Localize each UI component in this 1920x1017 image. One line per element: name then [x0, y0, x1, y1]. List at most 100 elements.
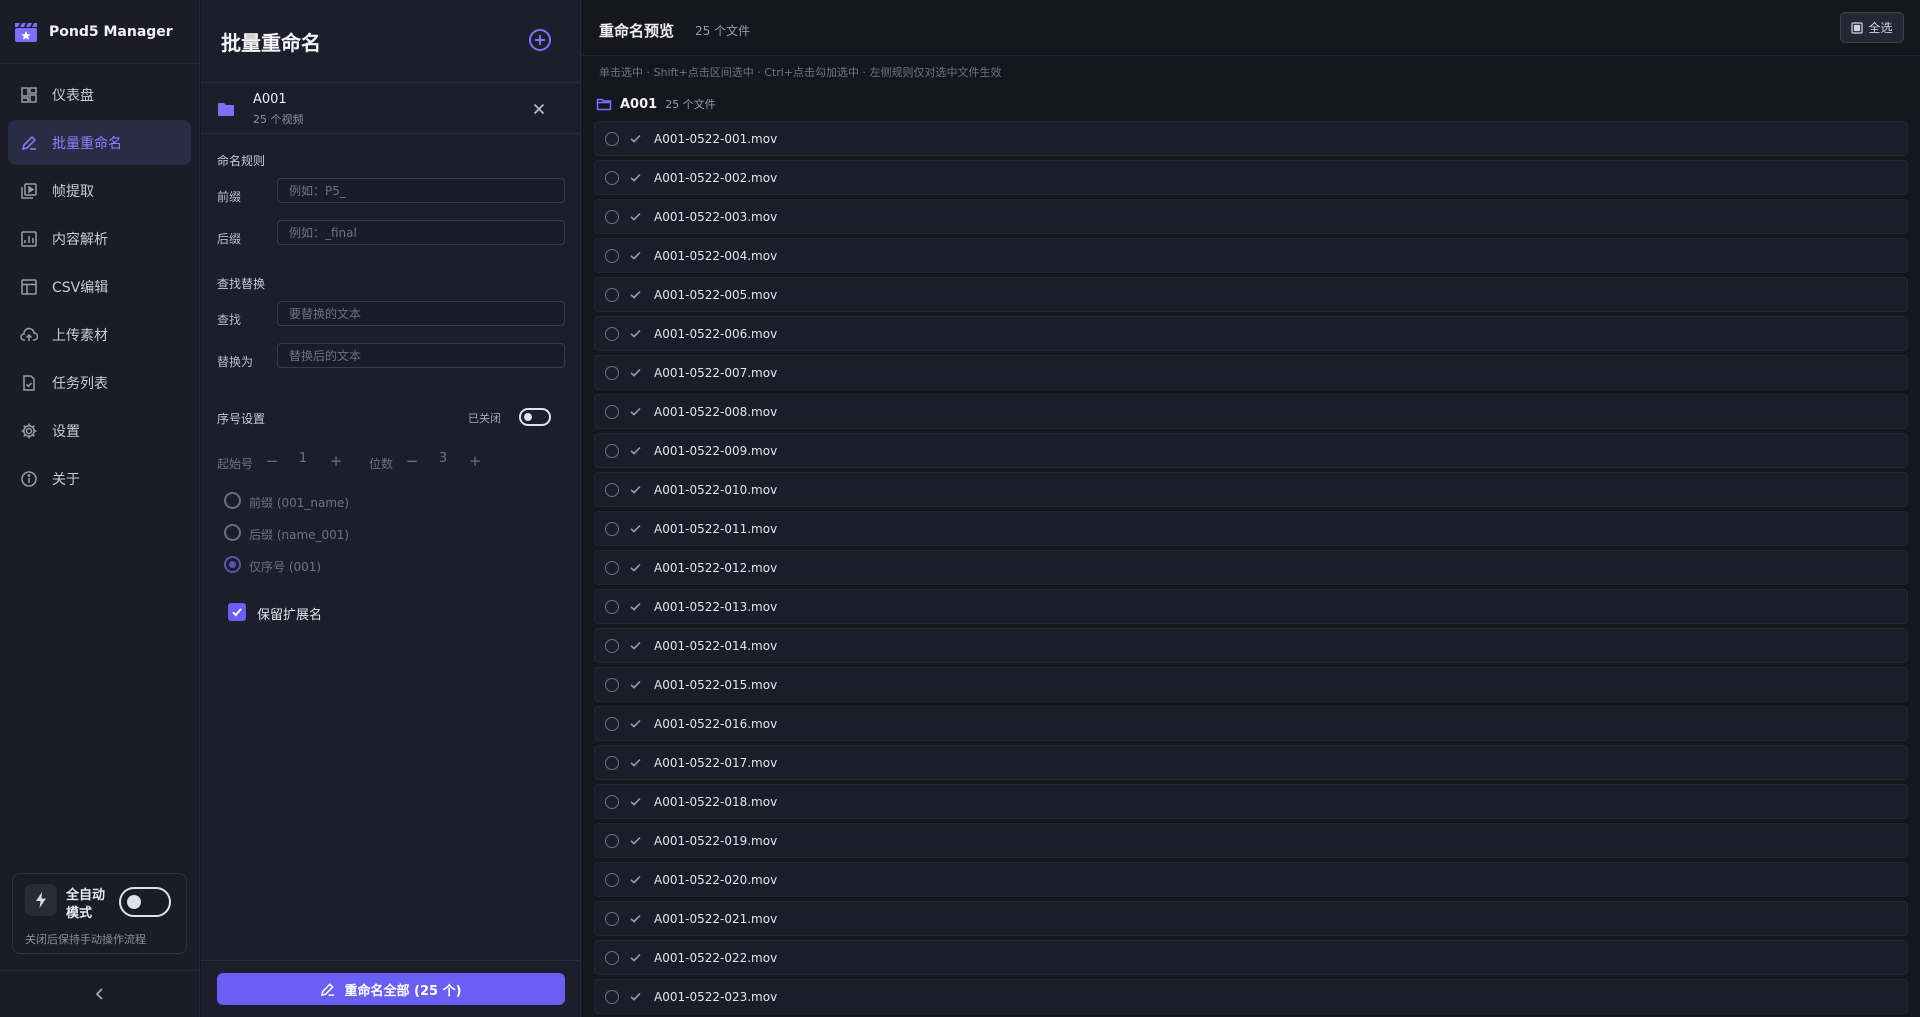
- sequence-option-prefix-radio[interactable]: [224, 492, 241, 509]
- file-row[interactable]: A001-0522-017.mov: [594, 745, 1908, 780]
- start-number-increment[interactable]: +: [328, 451, 344, 471]
- folder-group-header[interactable]: A001 25 个文件: [596, 95, 716, 113]
- suffix-input[interactable]: [277, 220, 565, 245]
- file-select-radio[interactable]: [605, 131, 619, 146]
- file-select-radio[interactable]: [605, 872, 619, 887]
- file-row[interactable]: A001-0522-009.mov: [594, 433, 1908, 468]
- file-row[interactable]: A001-0522-016.mov: [594, 706, 1908, 741]
- file-row[interactable]: A001-0522-006.mov: [594, 316, 1908, 351]
- file-row[interactable]: A001-0522-015.mov: [594, 667, 1908, 702]
- file-select-radio[interactable]: [605, 560, 619, 575]
- keep-extension-checkbox[interactable]: [228, 603, 246, 621]
- selection-hint: 单击选中 · Shift+点击区间选中 · Ctrl+点击勾加选中 · 左侧规则…: [599, 66, 1002, 79]
- checkmark-icon: [630, 446, 641, 455]
- sidebar-item-label: 批量重命名: [52, 135, 122, 152]
- file-row[interactable]: A001-0522-010.mov: [594, 472, 1908, 507]
- find-replace-heading: 查找替换: [217, 277, 266, 291]
- file-select-radio[interactable]: [605, 443, 619, 458]
- sidebar-item-settings[interactable]: 设置: [8, 408, 191, 453]
- file-row[interactable]: A001-0522-003.mov: [594, 199, 1908, 234]
- auto-mode-toggle[interactable]: [119, 887, 171, 917]
- file-row[interactable]: A001-0522-002.mov: [594, 160, 1908, 195]
- sidebar-item-frame-extract[interactable]: 帧提取: [8, 168, 191, 213]
- find-input[interactable]: [277, 301, 565, 326]
- file-row[interactable]: A001-0522-008.mov: [594, 394, 1908, 429]
- sidebar-item-upload[interactable]: 上传素材: [8, 312, 191, 357]
- file-row[interactable]: A001-0522-014.mov: [594, 628, 1908, 663]
- file-select-radio[interactable]: [605, 833, 619, 848]
- file-name: A001-0522-002.mov: [654, 170, 778, 185]
- file-select-radio[interactable]: [605, 599, 619, 614]
- file-select-radio[interactable]: [605, 521, 619, 536]
- file-name: A001-0522-003.mov: [654, 209, 778, 224]
- frames-icon: [21, 182, 37, 199]
- file-select-radio[interactable]: [605, 716, 619, 731]
- file-select-radio[interactable]: [605, 911, 619, 926]
- file-select-radio[interactable]: [605, 287, 619, 302]
- remove-folder-button[interactable]: [529, 99, 549, 119]
- brand: Pond5 Manager: [0, 0, 199, 64]
- sidebar-item-csv-edit[interactable]: CSV编辑: [8, 264, 191, 309]
- file-select-radio[interactable]: [605, 326, 619, 341]
- select-all-button[interactable]: 全选: [1840, 12, 1904, 43]
- sidebar-item-task-list[interactable]: 任务列表: [8, 360, 191, 405]
- digits-label: 位数: [369, 457, 394, 471]
- checkmark-icon: [630, 719, 641, 728]
- file-select-radio[interactable]: [605, 794, 619, 809]
- sequence-option-suffix-radio[interactable]: [224, 524, 241, 541]
- file-select-radio[interactable]: [605, 365, 619, 380]
- file-select-radio[interactable]: [605, 989, 619, 1004]
- file-name: A001-0522-006.mov: [654, 326, 778, 341]
- file-row[interactable]: A001-0522-011.mov: [594, 511, 1908, 546]
- start-number-value[interactable]: 1: [293, 451, 313, 466]
- file-row[interactable]: A001-0522-018.mov: [594, 784, 1908, 819]
- replace-input[interactable]: [277, 343, 565, 368]
- file-row[interactable]: A001-0522-021.mov: [594, 901, 1908, 936]
- add-folder-button[interactable]: [528, 28, 552, 52]
- page-title: 批量重命名: [221, 31, 321, 55]
- file-select-radio[interactable]: [605, 170, 619, 185]
- folder-icon: [218, 103, 234, 116]
- file-row[interactable]: A001-0522-005.mov: [594, 277, 1908, 312]
- rename-all-button[interactable]: 重命名全部 (25 个): [217, 973, 565, 1005]
- auto-mode-hint: 关闭后保持手动操作流程: [25, 933, 146, 946]
- file-select-radio[interactable]: [605, 638, 619, 653]
- file-select-radio[interactable]: [605, 755, 619, 770]
- digits-increment[interactable]: +: [467, 451, 483, 471]
- collapse-sidebar-button[interactable]: [0, 970, 200, 1017]
- sidebar-item-content-analysis[interactable]: 内容解析: [8, 216, 191, 261]
- digits-decrement[interactable]: −: [404, 451, 420, 471]
- preview-file-count: 25 个文件: [695, 24, 751, 38]
- file-row[interactable]: A001-0522-023.mov: [594, 979, 1908, 1014]
- sidebar-item-dashboard[interactable]: 仪表盘: [8, 72, 191, 117]
- file-row[interactable]: A001-0522-004.mov: [594, 238, 1908, 273]
- file-name: A001-0522-014.mov: [654, 638, 778, 653]
- sequence-heading: 序号设置: [217, 412, 266, 426]
- replace-label: 替换为: [217, 355, 254, 369]
- sequence-toggle[interactable]: [519, 408, 551, 426]
- file-select-radio[interactable]: [605, 209, 619, 224]
- start-number-decrement[interactable]: −: [264, 451, 280, 471]
- sidebar: Pond5 Manager 仪表盘 批量重命名 帧提取 内容解析 CSV编辑 上…: [0, 0, 200, 1017]
- file-row[interactable]: A001-0522-012.mov: [594, 550, 1908, 585]
- checkmark-icon: [630, 641, 641, 650]
- checkmark-icon: [630, 485, 641, 494]
- file-select-radio[interactable]: [605, 677, 619, 692]
- file-row[interactable]: A001-0522-013.mov: [594, 589, 1908, 624]
- prefix-input[interactable]: [277, 178, 565, 203]
- file-select-radio[interactable]: [605, 482, 619, 497]
- checkmark-icon: [630, 134, 641, 143]
- file-row[interactable]: A001-0522-001.mov: [594, 121, 1908, 156]
- cloud-upload-icon: [20, 327, 38, 341]
- file-row[interactable]: A001-0522-020.mov: [594, 862, 1908, 897]
- digits-value[interactable]: 3: [433, 451, 453, 466]
- file-row[interactable]: A001-0522-022.mov: [594, 940, 1908, 975]
- file-select-radio[interactable]: [605, 950, 619, 965]
- file-select-radio[interactable]: [605, 404, 619, 419]
- file-row[interactable]: A001-0522-007.mov: [594, 355, 1908, 390]
- file-select-radio[interactable]: [605, 248, 619, 263]
- sidebar-item-batch-rename[interactable]: 批量重命名: [8, 120, 191, 165]
- file-row[interactable]: A001-0522-019.mov: [594, 823, 1908, 858]
- sequence-option-only-radio[interactable]: [224, 556, 241, 573]
- sidebar-item-about[interactable]: 关于: [8, 456, 191, 501]
